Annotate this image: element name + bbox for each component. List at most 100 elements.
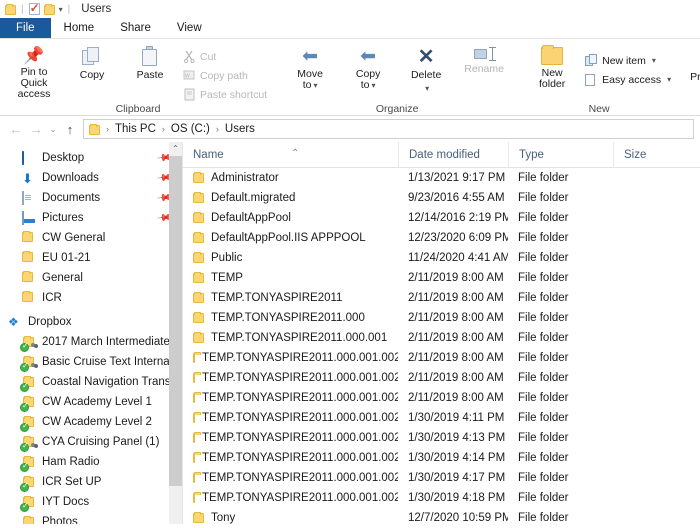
copy-to-button[interactable]: ⬅ Copy to ▾ [340,43,396,91]
tab-share[interactable]: Share [107,18,164,38]
sidebar-item-cya-cruising-panel-1-[interactable]: CYA Cruising Panel (1) [0,432,182,452]
paste-shortcut-button[interactable]: Paste shortcut [180,86,270,103]
folder-icon[interactable] [5,4,16,15]
new-folder-button[interactable]: New folder [524,43,580,90]
move-to-button[interactable]: ⬅ Move to ▾ [282,43,338,91]
paste-button[interactable]: Paste [122,43,178,81]
table-row[interactable]: Administrator 1/13/2021 9:17 PM File folde… [183,168,700,188]
breadcrumb-os-c[interactable]: OS (C:) [171,123,210,135]
table-row[interactable]: TEMP.TONYASPIRE2011.000.001.002.003.... 2… [183,388,700,408]
column-header-date-modified[interactable]: Date modified [398,141,508,168]
sidebar-item-coastal-navigation-translation[interactable]: Coastal Navigation Translation [0,372,182,392]
title-separator: | [67,3,71,15]
new-item-button[interactable]: New item ▾ [582,52,674,69]
table-row[interactable]: DefaultAppPool 12/14/2016 2:19 PM File fol… [183,208,700,228]
copy-icon [82,47,102,67]
sidebar-item-iyt-docs[interactable]: IYT Docs [0,492,182,512]
up-button[interactable]: ↑ [60,122,80,137]
recent-locations-button[interactable]: ⌄ [46,124,60,135]
sidebar-item-icr[interactable]: ICR [0,288,182,308]
cell-name: TEMP.TONYASPIRE2011.000 [183,312,398,324]
ribbon-group-clipboard: 📌 Pin to Quick access Copy Paste Cut W C… [0,39,276,117]
cut-button[interactable]: Cut [180,48,270,65]
cell-name: TEMP.TONYASPIRE2011.000.001.002.003.... [183,412,398,424]
sidebar-item-ham-radio[interactable]: Ham Radio [0,452,182,472]
sidebar-item-pictures[interactable]: Pictures 📌 [0,208,182,228]
sidebar-item-label: General [42,272,83,284]
move-to-caret[interactable]: ▾ [314,81,318,90]
delete-caret[interactable]: ▾ [425,84,429,93]
delete-button[interactable]: ✕ Delete ▾ [398,43,454,93]
table-row[interactable]: DefaultAppPool.IIS APPPOOL 12/23/2020 6:0… [183,228,700,248]
customize-quick-access-caret[interactable]: ▾ [59,5,63,14]
cut-icon [183,50,196,64]
sidebar-item-photos[interactable]: Photos [0,512,182,524]
breadcrumb-users[interactable]: Users [225,123,255,135]
scrollbar-thumb[interactable] [169,156,182,486]
table-row[interactable]: TEMP 2/11/2019 8:00 AM File folder [183,268,700,288]
cell-name: TEMP.TONYASPIRE2011.000.001.002.003.... [183,392,398,404]
table-row[interactable]: TEMP.TONYASPIRE2011.000 2/11/2019 8:00 AM… [183,308,700,328]
sidebar-item-cw-general[interactable]: CW General [0,228,182,248]
sidebar-item-desktop[interactable]: Desktop 📌 [0,148,182,168]
ribbon-group-organize: ⬅ Move to ▾ ⬅ Copy to ▾ ✕ Delete ▾ Rename [276,39,518,117]
table-row[interactable]: TEMP.TONYASPIRE2011.000.001.002.003.... 1… [183,468,700,488]
sidebar-item-documents[interactable]: Documents 📌 [0,188,182,208]
tab-view[interactable]: View [163,18,215,38]
address-field[interactable]: › This PC › OS (C:) › Users [83,119,694,139]
copy-path-button[interactable]: W Copy path [180,67,270,84]
sidebar-item-dropbox[interactable]: ❖ Dropbox [0,312,182,332]
new-folder-icon[interactable] [43,4,55,15]
table-row[interactable]: Tony 12/7/2020 10:59 PM File folder [183,508,700,528]
copy-to-caret[interactable]: ▾ [371,81,375,90]
folder-icon [20,475,36,492]
sidebar-item-general[interactable]: General [0,268,182,288]
sidebar-item-icr-set-up[interactable]: ICR Set UP [0,472,182,492]
sidebar-item-basic-cruise-text-internal-review[interactable]: Basic Cruise Text Internal Review [0,352,182,372]
properties-button[interactable]: Properties ▾ [686,43,700,95]
table-row[interactable]: Public 11/24/2020 4:41 AM File folder [183,248,700,268]
cell-date-modified: 12/23/2020 6:09 PM [408,232,508,244]
move-to-label-line2: to [302,79,312,91]
sidebar-scrollbar[interactable]: ⌃ [169,142,182,524]
rename-button[interactable]: Rename [456,43,512,75]
pin-to-quick-access-button[interactable]: 📌 Pin to Quick access [6,43,62,100]
column-header-size[interactable]: Size [613,141,673,168]
table-row[interactable]: Default.migrated 9/23/2016 4:55 AM File fo… [183,188,700,208]
folder-icon [193,332,204,343]
table-row[interactable]: TEMP.TONYASPIRE2011 2/11/2019 8:00 AM File… [183,288,700,308]
new-item-icon [585,54,598,67]
sidebar-item-label: Ham Radio [42,456,100,468]
scroll-up-arrow[interactable]: ⌃ [169,142,182,156]
new-item-caret[interactable]: ▾ [652,56,656,65]
cell-date-modified: 2/11/2019 8:00 AM [408,312,504,324]
sidebar-item-2017-march-intermediate-nav-ex[interactable]: 2017 March Intermediate Nav Ex [0,332,182,352]
properties-icon[interactable] [28,1,40,15]
table-row[interactable]: TEMP.TONYASPIRE2011.000.001.002.003.... 1… [183,448,700,468]
tab-home[interactable]: Home [50,18,108,38]
breadcrumb-this-pc[interactable]: This PC [115,123,156,135]
sidebar-item-eu-01-21[interactable]: EU 01-21 [0,248,182,268]
cell-type: File folder [518,292,569,304]
back-button[interactable]: ← [6,121,26,137]
table-row[interactable]: TEMP.TONYASPIRE2011.000.001.002.003.... 1… [183,428,700,448]
table-row[interactable]: TEMP.TONYASPIRE2011.000.001.002.003.... 1… [183,488,700,508]
cell-type: File folder [518,332,569,344]
forward-button[interactable]: → [26,121,46,137]
table-row[interactable]: TEMP.TONYASPIRE2011.000.001 2/11/2019 8:0… [183,328,700,348]
easy-access-button[interactable]: Easy access ▾ [582,71,674,88]
easy-access-caret[interactable]: ▾ [667,75,671,84]
tab-file[interactable]: File [0,18,51,38]
column-header-name[interactable]: Name ⌃ [183,142,398,168]
table-row[interactable]: TEMP.TONYASPIRE2011.000.001.002.003 2/11/… [183,368,700,388]
table-row[interactable]: TEMP.TONYASPIRE2011.000.001.002.003.... 1… [183,408,700,428]
rename-label: Rename [464,63,504,75]
sidebar-item-cw-academy-level-2[interactable]: CW Academy Level 2 [0,412,182,432]
column-header-type[interactable]: Type [508,141,613,168]
folder-icon [20,355,38,372]
sidebar-item-downloads[interactable]: ⬇ Downloads 📌 [0,168,182,188]
copy-button[interactable]: Copy [64,43,120,81]
table-row[interactable]: TEMP.TONYASPIRE2011.000.001.002 2/11/2019… [183,348,700,368]
sidebar-item-cw-academy-level-1[interactable]: CW Academy Level 1 [0,392,182,412]
shared-users-icon [31,442,40,451]
